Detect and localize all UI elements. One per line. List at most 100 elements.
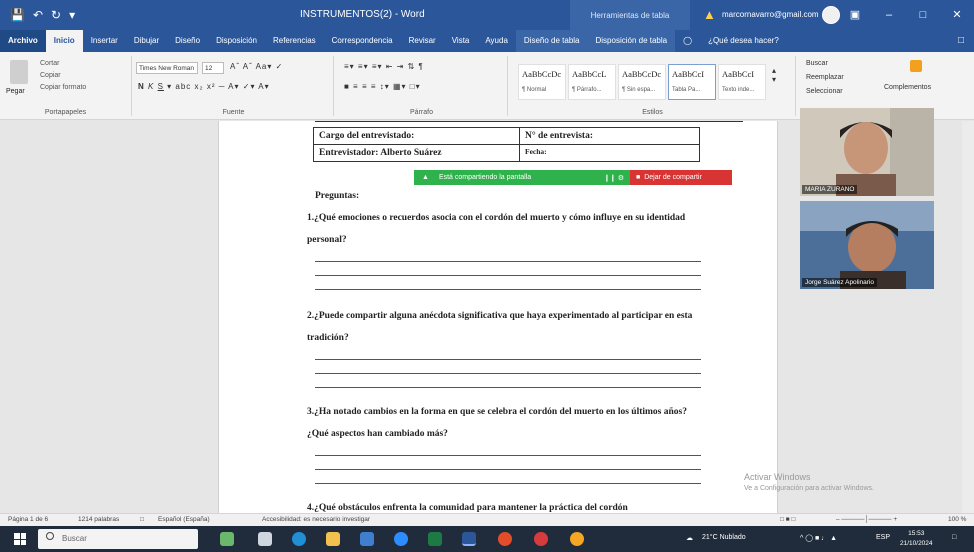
add-ins-icon[interactable]	[910, 60, 922, 72]
table-cell[interactable]: Entrevistador: Alberto Suárez	[313, 144, 520, 162]
question-3: 3.¿Ha notado cambios en la forma en que …	[307, 407, 687, 439]
share-status-text: Está compartiendo la pantalla	[438, 174, 532, 181]
input-language[interactable]: ESP	[876, 534, 890, 541]
paste-button[interactable]: Pegar	[6, 88, 25, 95]
excel-icon[interactable]	[428, 532, 442, 546]
accessibility-status[interactable]: Accesibilidad: es necesario investigar	[262, 516, 370, 523]
tab-vista[interactable]: Vista	[444, 30, 478, 52]
chrome-icon[interactable]	[498, 532, 512, 546]
format-painter-button[interactable]: Copiar formato	[40, 84, 86, 91]
minimize-button[interactable]: –	[872, 0, 906, 30]
table-cell[interactable]: Fecha:	[519, 144, 700, 162]
tab-disposicion-de-tabla[interactable]: Disposición de tabla	[587, 30, 676, 52]
maximize-button[interactable]: □	[906, 0, 940, 30]
style-sin-espaciado[interactable]: AaBbCcDc ¶ Sin espa...	[618, 64, 666, 100]
tab-insertar[interactable]: Insertar	[83, 30, 126, 52]
redo-icon[interactable]: ↻	[51, 8, 61, 22]
lightbulb-icon: ◯	[683, 36, 693, 45]
weather-status[interactable]: 21°C Nublado	[702, 534, 746, 541]
add-ins-button[interactable]: Complementos	[884, 84, 931, 91]
style-sample: AaBbCcI	[672, 69, 705, 79]
ribbon-tabs: Archivo Inicio Insertar Dibujar Diseño D…	[0, 30, 974, 52]
question-2: 2.¿Puede compartir alguna anécdota signi…	[307, 311, 693, 343]
alignment-buttons[interactable]: ■ ≡ ≡ ≡ ↕▾ ▦▾ □▾	[344, 82, 421, 91]
style-texto[interactable]: AaBbCcI Texto inde...	[718, 64, 766, 100]
ribbon-display-icon[interactable]: ▣	[838, 0, 872, 30]
table-tools-label: Herramientas de tabla	[570, 0, 690, 30]
clock[interactable]: 15:53 21/10/2024	[900, 529, 933, 549]
app-icon[interactable]	[534, 532, 548, 546]
vertical-scrollbar[interactable]	[962, 121, 974, 513]
file-explorer-icon[interactable]	[326, 532, 340, 546]
tab-correspondencia[interactable]: Correspondencia	[324, 30, 401, 52]
stop-icon: ■	[636, 174, 641, 181]
zoom-slider[interactable]: – ─────│───── +	[836, 516, 897, 523]
style-parrafo[interactable]: AaBbCcL ¶ Párrafo...	[568, 64, 616, 100]
tab-disposicion[interactable]: Disposición	[208, 30, 265, 52]
tab-diseno[interactable]: Diseño	[167, 30, 208, 52]
share-status[interactable]: ▲ Está compartiendo la pantalla ❙❙ ⚙	[414, 170, 630, 185]
participant-name: MARIA ZURANO	[802, 185, 858, 194]
tab-referencias[interactable]: Referencias	[265, 30, 324, 52]
page-count[interactable]: Página 1 de 6	[8, 516, 48, 523]
customize-qat-icon[interactable]: ▾	[69, 8, 75, 22]
save-icon[interactable]: 💾	[10, 8, 25, 22]
comments-icon[interactable]: □	[958, 30, 974, 52]
undo-icon[interactable]: ↶	[33, 8, 43, 22]
paste-icon[interactable]	[10, 60, 28, 84]
store-icon[interactable]	[360, 532, 374, 546]
zoom-level[interactable]: 100 %	[948, 516, 966, 523]
edge-icon[interactable]	[292, 532, 306, 546]
tab-ayuda[interactable]: Ayuda	[477, 30, 516, 52]
view-mode-icons[interactable]: □ ■ □	[780, 516, 795, 523]
replace-button[interactable]: Reemplazar	[806, 74, 844, 81]
tab-archivo[interactable]: Archivo	[0, 30, 46, 52]
answer-line	[315, 455, 701, 456]
app-icon[interactable]	[570, 532, 584, 546]
system-tray-icons[interactable]: ^ ◯ ■ ♩ ▲	[800, 534, 837, 542]
weather-icon[interactable]: ☁	[686, 534, 693, 542]
font-size-select[interactable]: 12	[202, 62, 224, 74]
list-buttons[interactable]: ≡▾ ≡▾ ≡▾ ⇤ ⇥ ⇅ ¶	[344, 62, 424, 71]
participant-name: Jorge Suárez Apolinario	[802, 278, 878, 287]
window-controls: ▣ – □ ✕	[838, 0, 974, 30]
tell-me-search[interactable]: ¿Qué desea hacer?	[700, 30, 787, 52]
word-icon[interactable]	[462, 532, 476, 546]
font-family-select[interactable]: Times New Roman	[136, 62, 198, 74]
word-count[interactable]: 1214 palabras	[78, 516, 119, 523]
paragraph-group: ≡▾ ≡▾ ≡▾ ⇤ ⇥ ⇅ ¶ ■ ≡ ≡ ≡ ↕▾ ▦▾ □▾ Párraf…	[336, 56, 508, 116]
font-size-controls[interactable]: Aˆ Aˇ Aa▾ ✓	[230, 62, 283, 71]
windows-start-icon[interactable]	[14, 533, 26, 545]
table-cell[interactable]: Cargo del entrevistado:	[313, 127, 520, 145]
participant-video[interactable]: Jorge Suárez Apolinario	[800, 201, 934, 289]
pause-icon[interactable]: ❙❙ ⚙	[604, 174, 630, 182]
account-email[interactable]: marcornavarro@gmail.com	[722, 10, 819, 19]
notifications-icon[interactable]: □	[952, 534, 956, 541]
copy-button[interactable]: Copiar	[40, 72, 61, 79]
style-tabla[interactable]: AaBbCcI Tabla Pa...	[668, 64, 716, 100]
find-button[interactable]: Buscar	[806, 60, 828, 67]
select-button[interactable]: Seleccionar	[806, 88, 843, 95]
task-view-icon[interactable]	[258, 532, 272, 546]
widgets-icon[interactable]	[220, 532, 234, 546]
tab-dibujar[interactable]: Dibujar	[126, 30, 167, 52]
interview-table[interactable]: Cargo del entrevistado: N° de entrevista…	[313, 127, 700, 162]
tab-revisar[interactable]: Revisar	[401, 30, 444, 52]
stop-sharing-button[interactable]: ■ Dejar de compartir	[630, 170, 732, 185]
table-cell[interactable]: N° de entrevista:	[519, 127, 700, 145]
zoom-app-icon[interactable]	[394, 532, 408, 546]
font-format-buttons[interactable]: N K S ▾ abc x₂ x² ─ A▾ ✓▾ A▾	[138, 82, 270, 91]
styles-scroll-icon[interactable]: ▴ ▾	[772, 66, 777, 84]
cut-button[interactable]: Cortar	[40, 60, 59, 67]
tab-inicio[interactable]: Inicio	[45, 30, 83, 52]
warning-icon[interactable]: ▲	[703, 7, 716, 22]
spellcheck-icon[interactable]: □	[140, 516, 144, 523]
language-status[interactable]: Español (España)	[158, 516, 210, 523]
participant-video[interactable]: MARIA ZURANO	[800, 108, 934, 196]
taskbar-search[interactable]: Buscar	[38, 529, 198, 549]
close-button[interactable]: ✕	[940, 0, 974, 30]
tab-diseno-de-tabla[interactable]: Diseño de tabla	[515, 30, 588, 52]
questions-heading: Preguntas:	[315, 191, 360, 201]
style-normal[interactable]: AaBbCcDc ¶ Normal	[518, 64, 566, 100]
activate-title: Activar Windows	[744, 472, 811, 482]
